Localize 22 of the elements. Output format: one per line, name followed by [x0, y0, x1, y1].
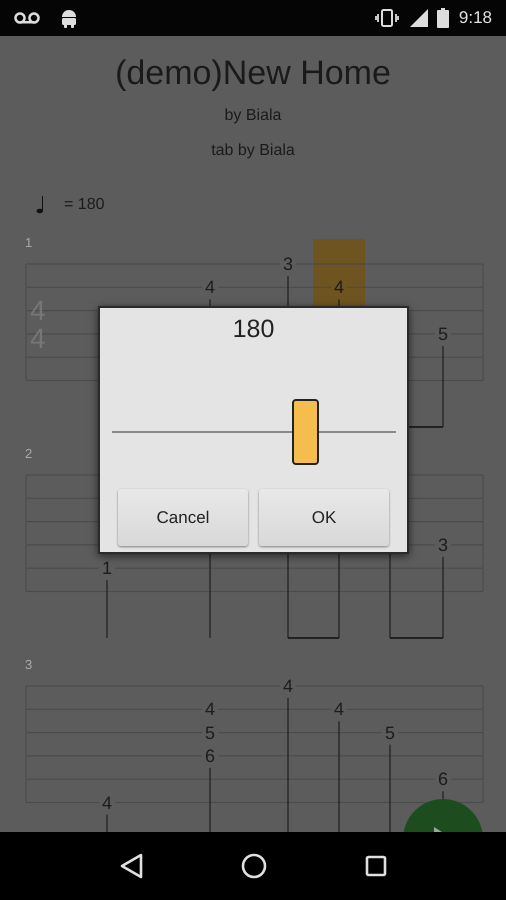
clock: 9:18 — [458, 7, 492, 30]
recents-icon[interactable] — [365, 855, 387, 877]
home-icon[interactable] — [241, 853, 267, 879]
dialog-button[interactable]: OK — [259, 489, 389, 546]
measure-number: 2 — [25, 446, 32, 462]
tempo-marking: = 180 — [64, 195, 104, 215]
slider-thumb[interactable] — [292, 399, 319, 465]
tempo-slider[interactable] — [112, 399, 396, 465]
tempo-value: 180 — [232, 314, 274, 344]
measure-number: 1 — [25, 235, 32, 251]
voicemail-icon — [14, 11, 40, 25]
signal-icon — [408, 8, 429, 28]
back-icon[interactable] — [119, 853, 143, 879]
artist-credit: by Biala — [224, 106, 282, 126]
measure-number: 3 — [25, 657, 32, 673]
tab-author-credit: tab by Biala — [211, 141, 295, 161]
quarter-note-icon — [36, 196, 44, 214]
battery-icon — [436, 8, 449, 28]
android-icon — [60, 8, 78, 28]
dialog-button[interactable]: Cancel — [118, 489, 248, 546]
vibrate-icon — [374, 9, 399, 27]
song-title: (demo)New Home — [115, 53, 391, 94]
